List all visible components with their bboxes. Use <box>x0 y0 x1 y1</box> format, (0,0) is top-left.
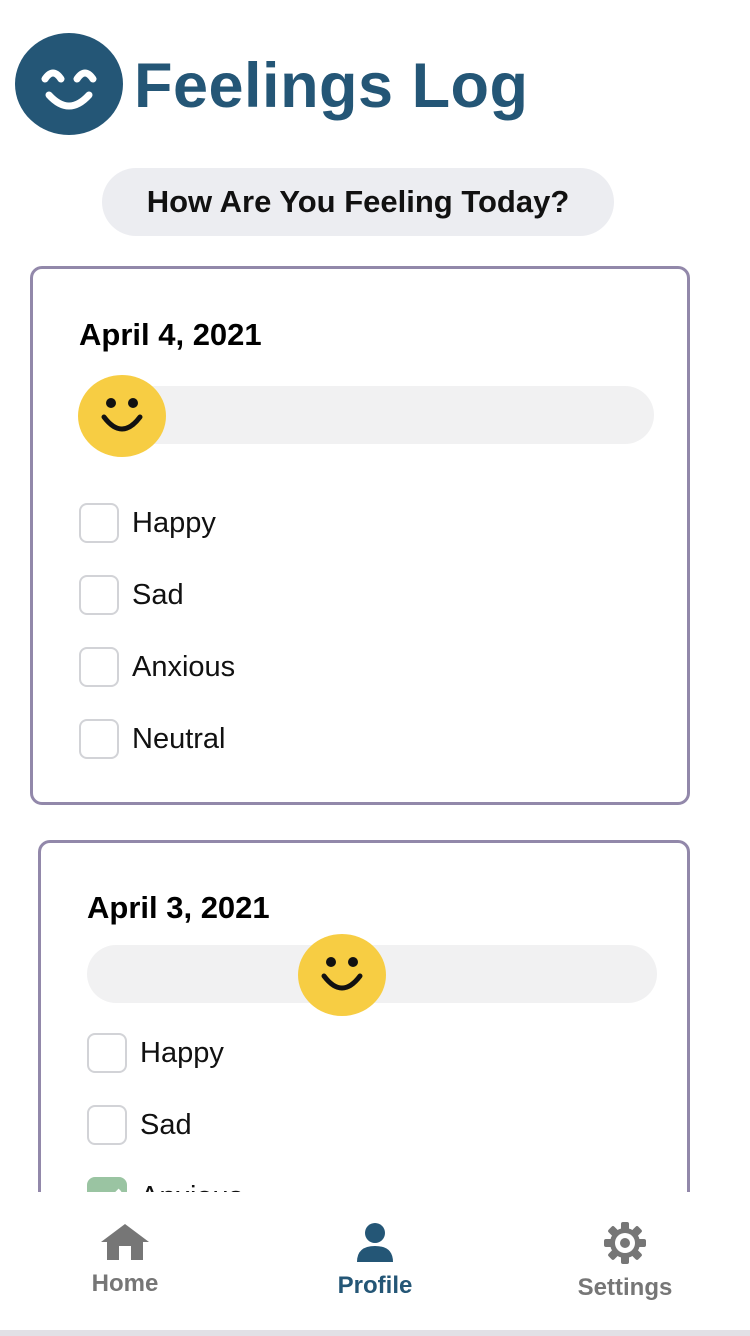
checkbox-checked[interactable] <box>87 1177 127 1192</box>
mood-slider-thumb-smiley-icon[interactable] <box>298 934 386 1016</box>
nav-item-settings[interactable]: Settings <box>500 1192 750 1322</box>
checkbox[interactable] <box>87 1105 127 1145</box>
checkbox[interactable] <box>79 647 119 687</box>
checkbox[interactable] <box>79 575 119 615</box>
smiley-icon <box>15 33 123 135</box>
checkbox[interactable] <box>87 1033 127 1073</box>
home-icon <box>99 1222 151 1267</box>
option-label: Happy <box>132 506 216 539</box>
app: Feelings Log How Are You Feeling Today? … <box>0 0 750 1336</box>
entry-date: April 3, 2021 <box>87 890 270 925</box>
option-sad[interactable]: Sad <box>87 1105 192 1145</box>
option-anxious[interactable]: Anxious <box>87 1177 243 1192</box>
gear-icon <box>604 1222 646 1269</box>
entry-card: April 4, 2021 Happy Sad Anxious Neutral <box>30 266 690 805</box>
entry-card: April 3, 2021 Happy Sad Anxious <box>38 840 690 1192</box>
checkbox[interactable] <box>79 503 119 543</box>
user-icon <box>356 1222 394 1267</box>
nav-item-profile[interactable]: Profile <box>250 1192 500 1322</box>
entries-list[interactable]: April 4, 2021 Happy Sad Anxious Neutral … <box>0 250 750 1192</box>
option-label: Anxious <box>132 650 236 683</box>
nav-item-home[interactable]: Home <box>0 1192 250 1322</box>
bottom-nav: Home Profile Settings <box>0 1192 750 1336</box>
option-label: Anxious <box>140 1181 243 1193</box>
entry-date: April 4, 2021 <box>79 317 262 352</box>
nav-label: Profile <box>337 1272 413 1299</box>
option-label: Sad <box>140 1108 192 1141</box>
mood-slider-thumb-smiley-icon[interactable] <box>78 375 166 457</box>
nav-label: Home <box>91 1270 159 1297</box>
home-indicator <box>0 1330 750 1336</box>
option-label: Happy <box>140 1036 224 1069</box>
app-title: Feelings Log <box>134 51 529 121</box>
option-anxious[interactable]: Anxious <box>79 647 235 687</box>
option-label: Neutral <box>132 722 226 755</box>
option-sad[interactable]: Sad <box>79 575 184 615</box>
checkbox[interactable] <box>79 719 119 759</box>
nav-label: Settings <box>577 1274 673 1301</box>
option-neutral[interactable]: Neutral <box>79 719 226 759</box>
option-happy[interactable]: Happy <box>79 503 216 543</box>
option-happy[interactable]: Happy <box>87 1033 224 1073</box>
option-label: Sad <box>132 578 184 611</box>
feeling-prompt: How Are You Feeling Today? <box>102 168 614 236</box>
